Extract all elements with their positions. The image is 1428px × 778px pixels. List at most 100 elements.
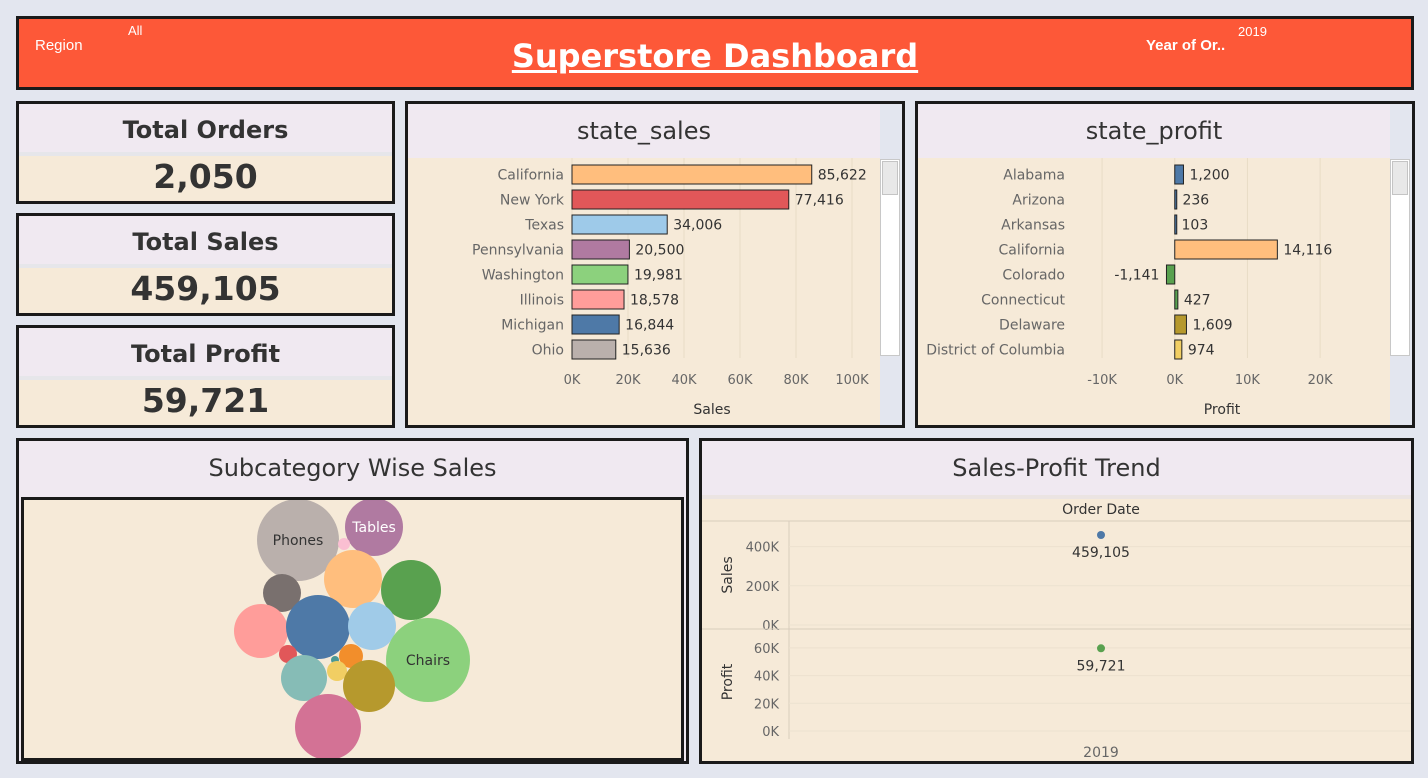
bar-value-label: 103 [1182, 218, 1209, 234]
category-label: Pennsylvania [472, 243, 564, 259]
data-point [1097, 644, 1105, 653]
bubble [338, 538, 350, 550]
y-axis-title: Profit [720, 663, 736, 700]
bar-value-label: 85,622 [818, 168, 867, 184]
state-sales-title: state_sales [408, 104, 880, 158]
category-label: New York [500, 193, 565, 209]
bubble [327, 661, 347, 681]
state-sales-panel: state_sales 0K 20K 40K 60K 80K 100K California… [405, 101, 905, 428]
column-header: Order Date [1062, 502, 1140, 518]
y-tick-label: 0K [762, 725, 779, 740]
x-axis-title: Profit [1204, 402, 1241, 418]
trend-panel: Sales-Profit Trend Order Date 400K 200K 0K S… [699, 438, 1414, 764]
bar-value-label: 974 [1188, 343, 1215, 359]
kpi-value: 59,721 [141, 381, 270, 420]
bar [1174, 189, 1178, 210]
bar [1174, 214, 1178, 235]
bar [571, 239, 630, 260]
bar [571, 214, 668, 235]
x-tick-label: 80K [783, 373, 809, 388]
kpi-total-profit: Total Profit 59,721 [16, 325, 395, 428]
dashboard-header: Region All Superstore Dashboard Year of … [16, 16, 1414, 90]
bar-value-label: 236 [1182, 193, 1209, 209]
x-tick-label: 0K [1166, 373, 1183, 388]
subcategory-panel: Subcategory Wise Sales Phones Tables Chair… [16, 438, 689, 764]
bar-value-label: 14,116 [1283, 243, 1332, 259]
y-tick-label: 20K [754, 697, 780, 712]
category-label: Washington [482, 268, 564, 284]
kpi-total-orders: Total Orders 2,050 [16, 101, 395, 204]
data-point [1097, 531, 1105, 540]
x-tick-label: -10K [1087, 373, 1117, 388]
bar [571, 164, 813, 185]
trend-chart: Order Date 400K 200K 0K Sales 459,105 60K 40K 20… [702, 502, 1411, 761]
y-tick-label: 400K [746, 541, 780, 556]
region-filter-value[interactable]: All [128, 23, 142, 38]
y-tick-label: 0K [762, 619, 779, 634]
category-label: Colorado [1002, 268, 1065, 284]
bar-value-label: 20,500 [635, 243, 684, 259]
bubble-label: Phones [273, 533, 324, 549]
bar [571, 339, 617, 360]
state-profit-scrollbar[interactable] [1390, 159, 1410, 356]
bar-value-label: 16,844 [625, 318, 674, 334]
subcategory-bubble-chart: Phones Tables Chairs [234, 498, 470, 760]
bubble [295, 694, 361, 760]
bar [571, 189, 790, 210]
bar-value-label: 1,609 [1192, 318, 1232, 334]
subcategory-title: Subcategory Wise Sales [19, 441, 686, 495]
kpi-value: 2,050 [153, 157, 258, 196]
x-tick-label: 20K [615, 373, 641, 388]
bar-value-label: -1,141 [1114, 268, 1159, 284]
x-tick-label: 40K [671, 373, 697, 388]
data-point-label: 59,721 [1077, 658, 1126, 674]
bar [1174, 314, 1187, 335]
x-category-label: 2019 [1083, 745, 1119, 761]
bubble-label: Tables [351, 520, 396, 536]
category-label: Connecticut [981, 293, 1065, 309]
trend-title: Sales-Profit Trend [702, 441, 1411, 495]
x-tick-label: 0K [564, 373, 581, 388]
scrollbar-thumb[interactable] [882, 161, 898, 195]
scrollbar-thumb[interactable] [1392, 161, 1408, 195]
y-tick-label: 200K [746, 580, 780, 595]
category-label: Arkansas [1001, 218, 1065, 234]
state-profit-panel: state_profit -10K 0K 10K 20K Alabama 1,200 Ari… [915, 101, 1415, 428]
bar-value-label: 427 [1184, 293, 1211, 309]
bar [1174, 239, 1278, 260]
state-profit-chart: -10K 0K 10K 20K Alabama 1,200 Arizona 236 Arkans… [926, 158, 1334, 418]
category-label: Ohio [532, 343, 564, 359]
year-filter-value[interactable]: 2019 [1238, 24, 1267, 39]
x-tick-label: 20K [1308, 373, 1334, 388]
bubble [348, 602, 396, 650]
bar-value-label: 18,578 [630, 293, 679, 309]
category-label: Texas [524, 218, 564, 234]
bar [571, 264, 629, 285]
category-label: California [498, 168, 564, 184]
kpi-label: Total Profit [19, 328, 392, 380]
category-label: Illinois [520, 293, 564, 309]
bubble-label: Chairs [406, 653, 450, 669]
bar [571, 289, 625, 310]
x-tick-label: 60K [727, 373, 753, 388]
kpi-total-sales: Total Sales 459,105 [16, 213, 395, 316]
y-axis-title: Sales [720, 556, 736, 593]
bar [1174, 289, 1179, 310]
x-tick-label: 10K [1235, 373, 1261, 388]
bar-value-label: 34,006 [673, 218, 722, 234]
y-tick-label: 40K [754, 670, 780, 685]
bar-value-label: 1,200 [1189, 168, 1229, 184]
kpi-label: Total Orders [19, 104, 392, 156]
bubble [281, 655, 327, 701]
bar [1174, 164, 1184, 185]
y-tick-label: 60K [754, 642, 780, 657]
x-axis-title: Sales [693, 402, 730, 418]
category-label: Michigan [501, 318, 564, 334]
category-label: California [999, 243, 1065, 259]
kpi-label: Total Sales [19, 216, 392, 268]
bar-value-label: 19,981 [634, 268, 683, 284]
state-sales-scrollbar[interactable] [880, 159, 900, 356]
bubble-chart-frame: Phones Tables Chairs [21, 497, 684, 761]
state-profit-title: state_profit [918, 104, 1390, 158]
category-label: Arizona [1012, 193, 1065, 209]
